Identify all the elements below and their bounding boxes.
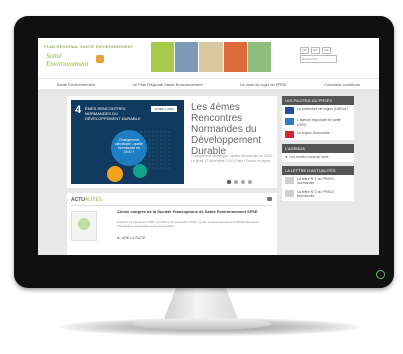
newsletter-thumb-icon	[285, 176, 294, 184]
banner-photo	[151, 42, 175, 72]
banner-photo	[247, 42, 272, 72]
logo-word-2[interactable]: Environnement	[46, 60, 89, 68]
search-input[interactable]: Rechercher	[300, 55, 337, 63]
newsletter-item[interactable]: La lettre N°1 du PRSE3 Normandie	[282, 175, 354, 188]
banner-photo	[223, 42, 247, 72]
sidebar: LES PILOTES DU PRSE3 La préfecture de ré…	[282, 96, 354, 255]
featured-slider: 4 ÈMES RENCONTRES NORMANDES DU DÉVELOPPE…	[67, 96, 277, 188]
slide-circle-text: Changement climatique : quelle Normandie…	[114, 138, 143, 154]
read-more-link[interactable]: ► LIRE LA SUITE	[117, 236, 146, 240]
main-nav: Santé Environnement Le Plan Régional San…	[38, 78, 379, 90]
agenda-item[interactable]: ► Les rendez-vous du mois	[282, 153, 354, 162]
language-switcher: FR EN DE	[300, 47, 331, 54]
pilots-header: LES PILOTES DU PRSE3	[282, 96, 354, 105]
divider	[71, 205, 273, 206]
pager-dot[interactable]	[234, 180, 238, 184]
lang-de[interactable]: DE	[322, 47, 331, 54]
ars-logo-icon	[285, 118, 294, 125]
slide-circle-teal	[133, 164, 147, 178]
pager-dot[interactable]	[227, 180, 231, 184]
region-logo-icon	[285, 131, 294, 138]
logo-tagline: PLAN RÉGIONAL SANTÉ ENVIRONNEMENT	[44, 44, 134, 49]
slide-date-tag: 17 DEC | 2020	[151, 106, 177, 112]
nav-item-mois[interactable]: Le mois du sujet du PRSE	[240, 82, 287, 87]
monitor-stand-neck	[163, 286, 239, 322]
slide-title[interactable]: Les 4èmes Rencontres Normandes du Dévelo…	[191, 102, 275, 157]
lang-en[interactable]: EN	[311, 47, 320, 54]
newsletter-box: LA LETTRE D'ACTUALITÉS La lettre N°1 du …	[282, 165, 354, 201]
monitor-stand-base	[132, 318, 272, 330]
website-screen: PLAN RÉGIONAL SANTÉ ENVIRONNEMENT Santé …	[38, 38, 379, 255]
news-title[interactable]: 11ème congrès de la Société Francophone …	[117, 209, 267, 214]
nav-item-plan[interactable]: Le Plan Régional Santé Environnement	[133, 82, 203, 87]
pager-dot[interactable]	[248, 180, 252, 184]
pilot-item[interactable]: La région Normandie	[282, 129, 354, 140]
site-header: PLAN RÉGIONAL SANTÉ ENVIRONNEMENT Santé …	[38, 38, 379, 82]
pilots-box: LES PILOTES DU PRSE3 La préfecture de ré…	[282, 96, 354, 140]
slide-image[interactable]: 4 ÈMES RENCONTRES NORMANDES DU DÉVELOPPE…	[71, 100, 184, 184]
logo-word-1[interactable]: Santé	[46, 52, 62, 60]
power-icon	[376, 270, 385, 279]
news-thumbnail[interactable]	[71, 211, 97, 241]
page-content: 4 ÈMES RENCONTRES NORMANDES DU DÉVELOPPE…	[38, 90, 379, 255]
slider-pager	[227, 180, 252, 184]
news-summary: publié le 14 septembre 2020 (modifié le …	[117, 220, 260, 228]
prefecture-logo-icon	[285, 107, 294, 114]
banner-photo	[175, 42, 199, 72]
slide-circle-orange	[107, 166, 123, 182]
header-banner-photos	[151, 42, 272, 72]
newsletter-header: LA LETTRE D'ACTUALITÉS	[282, 165, 354, 175]
lang-fr[interactable]: FR	[300, 47, 309, 54]
banner-photo	[199, 42, 223, 72]
monitor-frame: PLAN RÉGIONAL SANTÉ ENVIRONNEMENT Santé …	[14, 16, 394, 288]
agenda-header: L'AGENDA	[282, 144, 354, 153]
logo-mark-icon	[96, 55, 104, 63]
news-heading: ACTUALITÉS	[71, 197, 103, 203]
pilot-item[interactable]: L'agence régionale de santé (ARS)	[282, 116, 354, 129]
newsletter-thumb-icon	[285, 189, 294, 197]
slide-badge-text: ÈMES RENCONTRES NORMANDES DU DÉVELOPPEME…	[85, 106, 141, 121]
slide-description: Changement climatique : quelle Normandie…	[191, 154, 275, 163]
agenda-box: L'AGENDA ► Les rendez-vous du mois	[282, 144, 354, 162]
nav-item-sante[interactable]: Santé Environnement	[57, 82, 95, 87]
pilot-item[interactable]: La préfecture de région (DREAL)	[282, 105, 354, 116]
newsletter-item[interactable]: La lettre N°2 du PRSE3 Normandie	[282, 188, 354, 201]
slide-badge-number: 4	[75, 104, 82, 116]
pager-dot[interactable]	[241, 180, 245, 184]
rss-icon[interactable]	[267, 197, 272, 201]
news-section: ACTUALITÉS 11ème congrès de la Société F…	[67, 193, 277, 255]
nav-item-contribuer[interactable]: Comment contribuer	[324, 82, 360, 87]
